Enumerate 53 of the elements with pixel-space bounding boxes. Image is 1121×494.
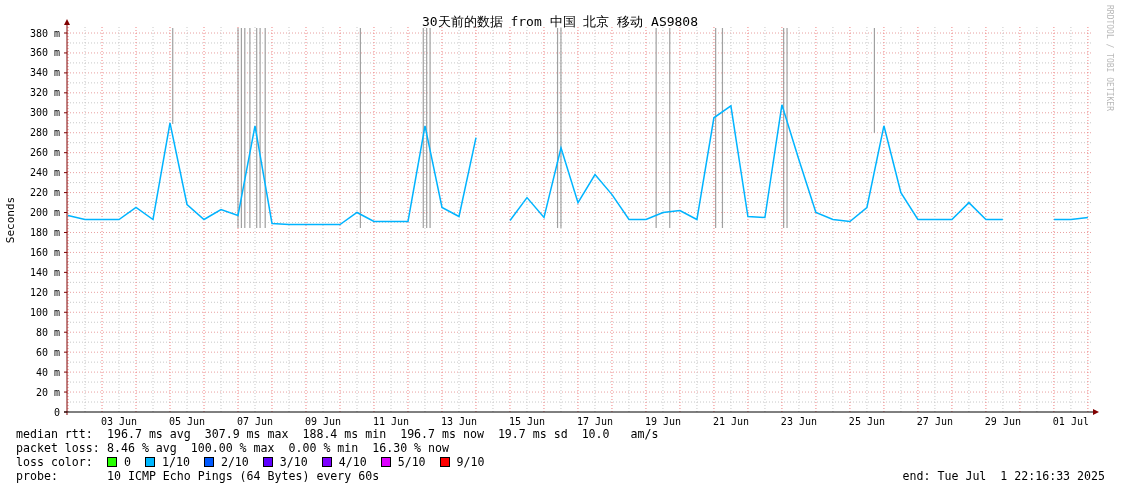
y-tick-label: 280 m <box>29 127 60 139</box>
x-tick-label: 17 Jun <box>576 416 613 427</box>
legend-value: 8.46 % avg 100.00 % max 0.00 % min 16.30 % now <box>107 441 450 455</box>
x-tick-label: 05 Jun <box>168 416 206 427</box>
chart-title: 30天前的数据 from 中国 北京 移动 AS9808 <box>421 14 699 29</box>
swatch-label: 1/10 <box>162 455 190 469</box>
x-tick-label: 27 Jun <box>916 416 953 427</box>
legend-value: 10 ICMP Echo Pings (64 Bytes) every 60s <box>107 469 380 483</box>
y-tick-label: 140 m <box>29 266 60 278</box>
y-axis-label: Seconds <box>4 196 17 244</box>
swatch-label: 5/10 <box>397 455 426 469</box>
swatch-label: 2/10 <box>220 455 249 469</box>
y-tick-label: 60 m <box>35 346 60 358</box>
legend-label: loss color: <box>16 455 94 469</box>
swatch-label: 4/10 <box>338 455 367 469</box>
x-tick-label: 29 Jun <box>984 416 1021 427</box>
y-tick-label: 0 <box>53 406 60 418</box>
x-tick-label: 03 Jun <box>100 416 138 427</box>
x-tick-label: 11 Jun <box>372 416 410 427</box>
swatch-label: 9/10 <box>456 455 485 469</box>
y-tick-label: 220 m <box>29 187 60 199</box>
legend-value: 196.7 ms avg 307.9 ms max 188.4 ms min 196.7 ms now 19.7 ms sd 10.0 am/s <box>107 427 659 441</box>
y-tick-label: 240 m <box>29 167 60 179</box>
y-tick-label: 120 m <box>29 286 60 298</box>
y-tick-label: 20 m <box>35 386 60 398</box>
y-tick-label: 360 m <box>29 47 60 59</box>
legend-label: probe: <box>16 469 59 483</box>
y-tick-label: 320 m <box>29 87 60 99</box>
swatch-label: 0 <box>124 455 131 469</box>
y-tick-label: 80 m <box>35 326 60 338</box>
end-time: end: Tue Jul 1 22:16:33 2025 <box>902 469 1105 483</box>
swatch-label: 3/10 <box>279 455 308 469</box>
y-tick-label: 300 m <box>29 107 60 119</box>
y-tick-label: 160 m <box>29 246 60 258</box>
legend-label: packet loss: <box>16 441 101 455</box>
x-tick-label: 25 Jun <box>848 416 885 427</box>
x-tick-label: 07 Jun <box>236 416 274 427</box>
x-tick-label: 19 Jun <box>644 416 681 427</box>
x-tick-label: 01 Jul <box>1052 416 1089 427</box>
y-tick-label: 180 m <box>29 226 60 238</box>
y-tick-label: 380 m <box>29 27 60 39</box>
x-tick-label: 15 Jun <box>508 416 546 427</box>
side-label: RRDTOOL / TOBI OETIKER <box>1105 5 1114 111</box>
x-tick-label: 23 Jun <box>780 416 817 427</box>
x-tick-label: 21 Jun <box>712 416 749 427</box>
legend-label: median rtt: <box>16 427 94 441</box>
y-tick-label: 40 m <box>35 366 60 378</box>
y-tick-label: 260 m <box>29 147 60 159</box>
x-tick-label: 09 Jun <box>304 416 342 427</box>
y-tick-label: 200 m <box>29 207 60 219</box>
y-tick-label: 340 m <box>29 67 60 79</box>
x-tick-label: 13 Jun <box>440 416 478 427</box>
y-tick-label: 100 m <box>29 306 60 318</box>
